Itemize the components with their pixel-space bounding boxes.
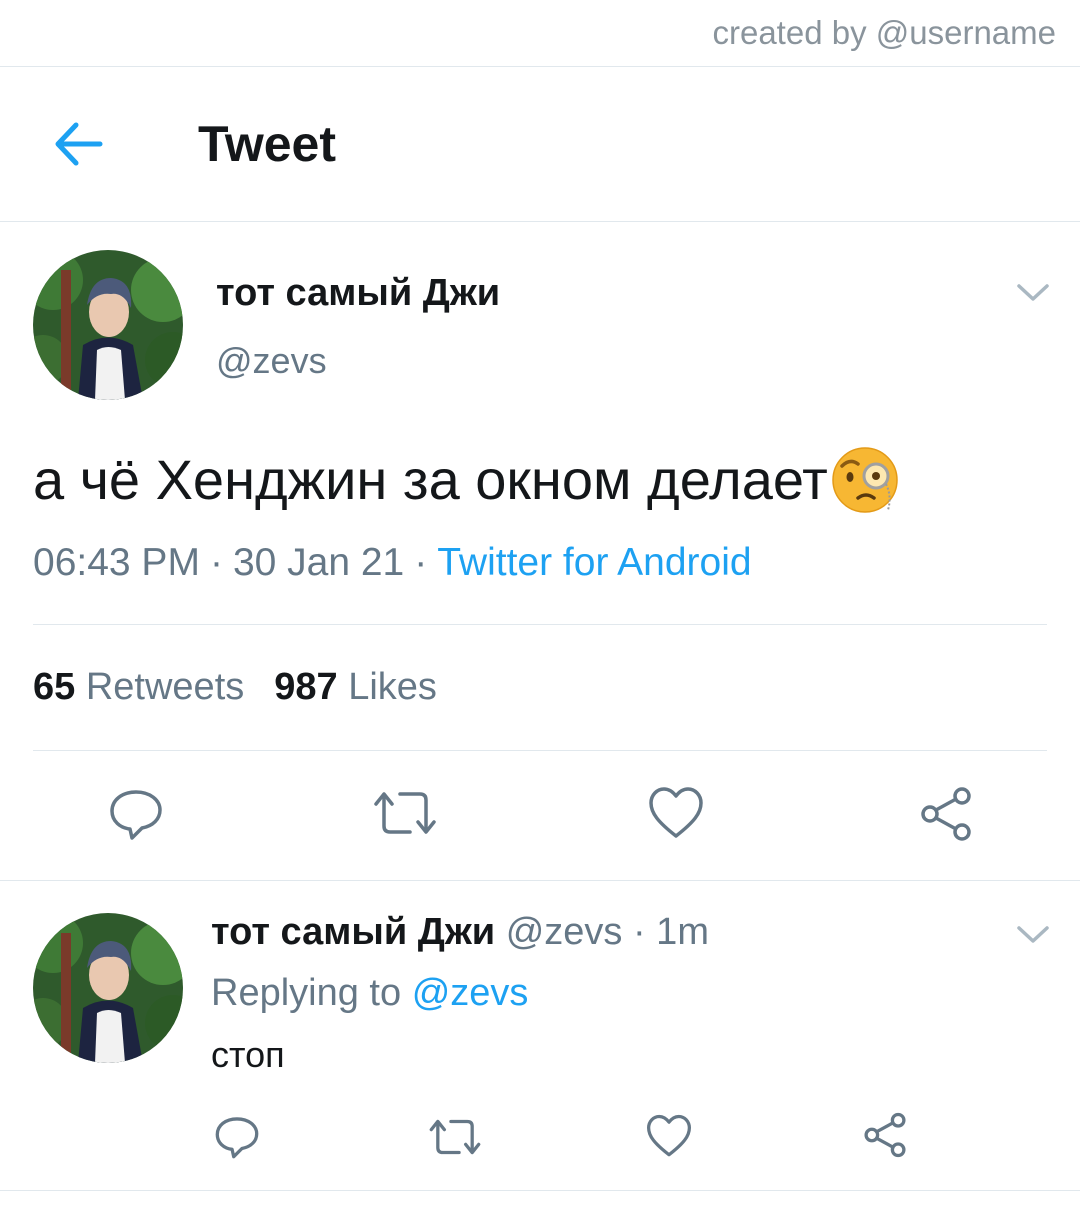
section-divider <box>0 880 1080 881</box>
reply-button[interactable] <box>108 786 164 842</box>
replying-mention-link[interactable]: @zevs <box>412 972 529 1014</box>
divider <box>33 624 1047 625</box>
reply-menu-button[interactable] <box>1016 924 1050 946</box>
tweet-menu-button[interactable] <box>1016 282 1050 304</box>
divider <box>33 750 1047 751</box>
likes-stat[interactable]: 987 Likes <box>274 666 437 708</box>
replying-prefix: Replying to <box>211 972 402 1014</box>
like-button[interactable] <box>648 786 704 840</box>
share-icon <box>921 787 971 841</box>
reply-reply-button[interactable] <box>214 1114 260 1160</box>
tweet-source-link[interactable]: Twitter for Android <box>437 541 751 584</box>
reply-avatar[interactable] <box>33 913 183 1063</box>
replying-to: Replying to @zevs <box>211 972 528 1015</box>
heart-icon <box>647 1114 692 1157</box>
comment-icon <box>110 790 162 840</box>
likes-label: Likes <box>348 666 437 708</box>
likes-count: 987 <box>274 666 338 708</box>
reply-text: стоп <box>211 1034 285 1075</box>
reply-retweet-button[interactable] <box>428 1116 482 1158</box>
heart-icon <box>649 787 703 838</box>
tweet-date: 30 Jan 21 <box>232 541 405 584</box>
reply-header: тот самый Джи @zevs · 1m <box>211 911 709 954</box>
tweet-author-handle[interactable]: @zevs <box>216 340 327 382</box>
tweet-body: а чё Хенджин за окном делает <box>33 444 900 514</box>
reply-handle-time: @zevs · 1m <box>505 911 709 953</box>
share-button[interactable] <box>918 786 974 842</box>
meta-separator: · <box>209 541 223 584</box>
retweet-icon <box>429 1119 481 1155</box>
retweet-button[interactable] <box>372 788 438 838</box>
avatar-photo <box>33 250 183 400</box>
tweet-text: а чё Хенджин за окном делает <box>33 447 828 511</box>
header-divider <box>0 221 1080 222</box>
meta-separator: · <box>414 541 428 584</box>
tweet-header: Tweet <box>0 67 1080 221</box>
tweet-meta: 06:43 PM · 30 Jan 21 · Twitter for Android <box>33 541 752 585</box>
reply-like-button[interactable] <box>646 1114 692 1158</box>
tweet-time: 06:43 PM <box>33 541 200 584</box>
chevron-down-icon <box>1017 926 1049 943</box>
page-title: Tweet <box>198 116 336 172</box>
retweets-count: 65 <box>33 666 76 708</box>
avatar-photo <box>33 913 183 1063</box>
comment-icon <box>215 1117 259 1159</box>
divider <box>0 1190 1080 1191</box>
credit-text: created by @username <box>712 14 1056 51</box>
reply-author-name[interactable]: тот самый Джи <box>211 911 495 953</box>
monocle-face-emoji-icon <box>830 444 900 514</box>
tweet-stats: 65 Retweets 987 Likes <box>33 666 437 709</box>
retweets-label: Retweets <box>85 666 245 708</box>
arrow-left-icon <box>55 122 103 166</box>
retweet-icon <box>374 792 436 834</box>
back-button[interactable] <box>50 119 106 169</box>
reply-share-button[interactable] <box>862 1112 908 1158</box>
chevron-down-icon <box>1017 284 1049 301</box>
retweets-stat[interactable]: 65 Retweets <box>33 666 244 708</box>
tweet-author-name[interactable]: тот самый Джи <box>216 272 500 315</box>
share-icon <box>864 1112 906 1158</box>
avatar[interactable] <box>33 250 183 400</box>
